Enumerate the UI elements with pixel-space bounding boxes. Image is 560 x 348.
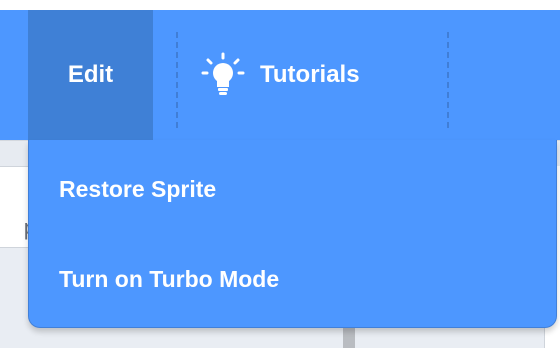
edit-menu-button[interactable]: Edit [28, 10, 153, 140]
lightbulb-icon [200, 52, 246, 98]
edit-menu-label: Edit [67, 61, 114, 88]
menu-divider [176, 32, 178, 128]
turbo-mode-menu-item[interactable]: Turn on Turbo Mode [59, 266, 279, 293]
menu-bar: Edit Tutorials [0, 10, 560, 140]
scrollbar-fragment [343, 328, 355, 348]
page: p Edit [0, 0, 560, 348]
edit-dropdown-menu: Restore Sprite Turn on Turbo Mode [28, 140, 557, 328]
top-edge [0, 0, 560, 10]
tutorials-label: Tutorials [260, 61, 360, 88]
tutorials-button[interactable]: Tutorials [200, 10, 360, 140]
restore-sprite-menu-item[interactable]: Restore Sprite [59, 176, 216, 203]
menu-divider [447, 32, 449, 128]
